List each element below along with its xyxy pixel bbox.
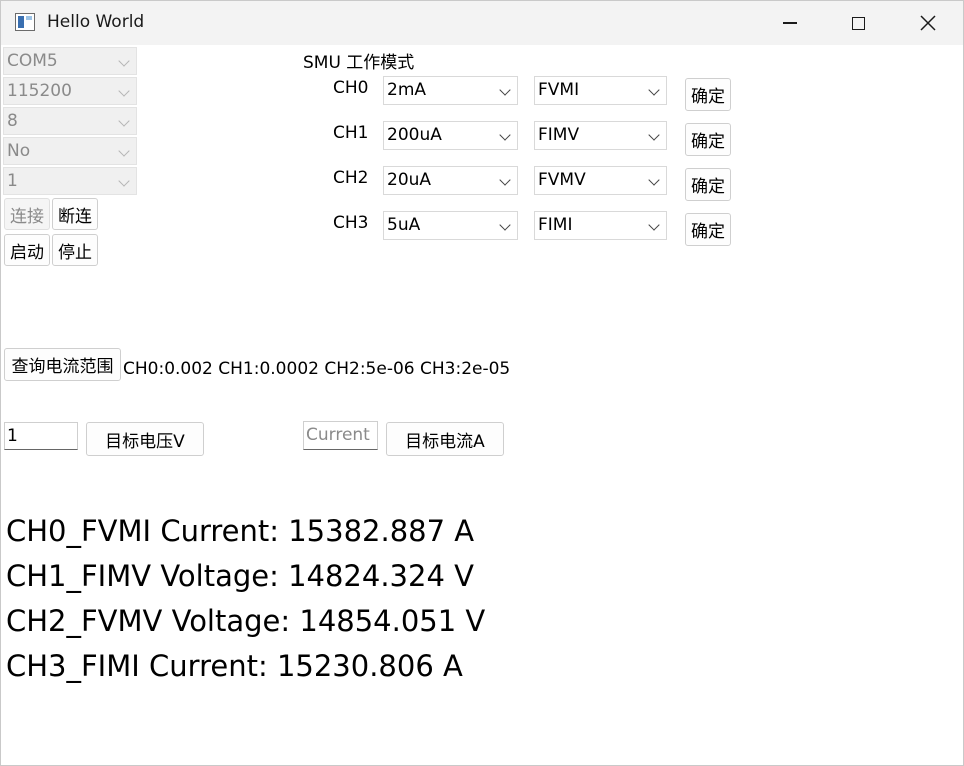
app-window: Hello World COM5 115200 8 No 1 连接 断连 启动 … — [0, 0, 964, 766]
ch2-range-value: 20uA — [387, 170, 432, 190]
target-current-placeholder: Current — [306, 425, 370, 445]
target-voltage-button[interactable]: 目标电压V — [86, 422, 204, 456]
ch3-mode-value: FIMI — [538, 215, 573, 235]
chevron-down-icon — [499, 174, 511, 186]
ch2-range-select[interactable]: 20uA — [383, 166, 518, 195]
data-bits-select[interactable]: 8 — [3, 107, 137, 135]
stop-button[interactable]: 停止 — [52, 234, 98, 266]
ch3-mode-select[interactable]: FIMI — [534, 211, 667, 240]
channel-label-ch2: CH2 — [333, 168, 369, 188]
ch0-mode-select[interactable]: FVMI — [534, 76, 667, 105]
ch0-confirm-button[interactable]: 确定 — [685, 78, 731, 111]
chevron-down-icon — [118, 175, 130, 187]
ch3-confirm-button[interactable]: 确定 — [685, 213, 731, 246]
chevron-down-icon — [118, 115, 130, 127]
chevron-down-icon — [118, 55, 130, 67]
chevron-down-icon — [118, 145, 130, 157]
minimize-icon — [783, 22, 797, 24]
ch2-confirm-button[interactable]: 确定 — [685, 168, 731, 201]
port-value: COM5 — [7, 51, 58, 71]
reading-ch3: CH3_FIMI Current: 15230.806 A — [6, 649, 463, 683]
chevron-down-icon — [648, 219, 660, 231]
chevron-down-icon — [648, 84, 660, 96]
ch2-mode-select[interactable]: FVMV — [534, 166, 667, 195]
chevron-down-icon — [499, 219, 511, 231]
chevron-down-icon — [499, 84, 511, 96]
close-button[interactable] — [893, 1, 963, 45]
smu-mode-heading: SMU 工作模式 — [303, 53, 415, 73]
connect-button[interactable]: 连接 — [4, 198, 50, 230]
reading-ch1: CH1_FIMV Voltage: 14824.324 V — [6, 559, 474, 593]
ch0-range-value: 2mA — [387, 80, 427, 100]
ch2-mode-value: FVMV — [538, 170, 586, 190]
app-icon — [15, 13, 35, 31]
chevron-down-icon — [648, 174, 660, 186]
reading-ch0: CH0_FVMI Current: 15382.887 A — [6, 514, 475, 548]
close-icon — [920, 15, 936, 31]
title-bar[interactable]: Hello World — [1, 1, 963, 45]
minimize-button[interactable] — [755, 1, 825, 45]
target-current-input[interactable]: Current — [303, 421, 378, 450]
chevron-down-icon — [648, 129, 660, 141]
port-select[interactable]: COM5 — [3, 47, 137, 75]
parity-select[interactable]: No — [3, 137, 137, 165]
ch3-range-select[interactable]: 5uA — [383, 211, 518, 240]
stop-bits-select[interactable]: 1 — [3, 167, 137, 195]
ch1-range-select[interactable]: 200uA — [383, 121, 518, 150]
query-range-result: CH0:0.002 CH1:0.0002 CH2:5e-06 CH3:2e-05 — [123, 359, 511, 379]
ch1-mode-select[interactable]: FIMV — [534, 121, 667, 150]
maximize-button[interactable] — [823, 1, 893, 45]
ch1-confirm-button[interactable]: 确定 — [685, 123, 731, 156]
reading-ch2: CH2_FVMV Voltage: 14854.051 V — [6, 604, 486, 638]
window-title: Hello World — [47, 12, 145, 32]
channel-label-ch3: CH3 — [333, 213, 369, 233]
maximize-icon — [851, 16, 865, 30]
query-range-button[interactable]: 查询电流范围 — [4, 348, 121, 381]
baud-select[interactable]: 115200 — [3, 77, 137, 105]
data-bits-value: 8 — [7, 111, 18, 131]
target-voltage-input[interactable]: 1 — [4, 422, 78, 450]
ch0-range-select[interactable]: 2mA — [383, 76, 518, 105]
ch0-mode-value: FVMI — [538, 80, 580, 100]
target-current-button[interactable]: 目标电流A — [386, 422, 504, 456]
channel-label-ch0: CH0 — [333, 78, 369, 98]
stop-bits-value: 1 — [7, 171, 18, 191]
ch3-range-value: 5uA — [387, 215, 421, 235]
start-button[interactable]: 启动 — [4, 234, 50, 266]
baud-value: 115200 — [7, 81, 72, 101]
chevron-down-icon — [118, 85, 130, 97]
parity-value: No — [7, 141, 31, 161]
channel-label-ch1: CH1 — [333, 123, 369, 143]
disconnect-button[interactable]: 断连 — [52, 198, 98, 230]
ch1-mode-value: FIMV — [538, 125, 580, 145]
ch1-range-value: 200uA — [387, 125, 442, 145]
chevron-down-icon — [499, 129, 511, 141]
